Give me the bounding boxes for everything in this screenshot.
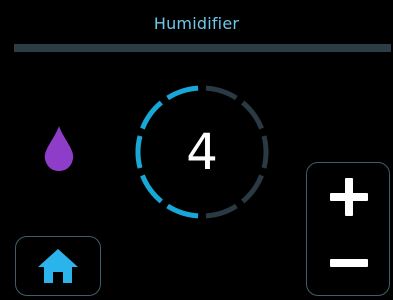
plus-icon xyxy=(330,177,368,216)
humidity-level-value: 4 xyxy=(186,123,218,181)
home-icon xyxy=(38,249,78,283)
decrease-button[interactable] xyxy=(307,229,391,296)
increase-button[interactable] xyxy=(307,163,391,230)
home-button[interactable] xyxy=(15,236,101,296)
minus-icon xyxy=(330,258,368,267)
water-drop-icon xyxy=(42,124,76,172)
level-stepper xyxy=(306,162,390,296)
humidifier-screen: Humidifier 4 xyxy=(0,0,393,300)
header-divider xyxy=(14,44,391,52)
page-title: Humidifier xyxy=(153,14,240,33)
